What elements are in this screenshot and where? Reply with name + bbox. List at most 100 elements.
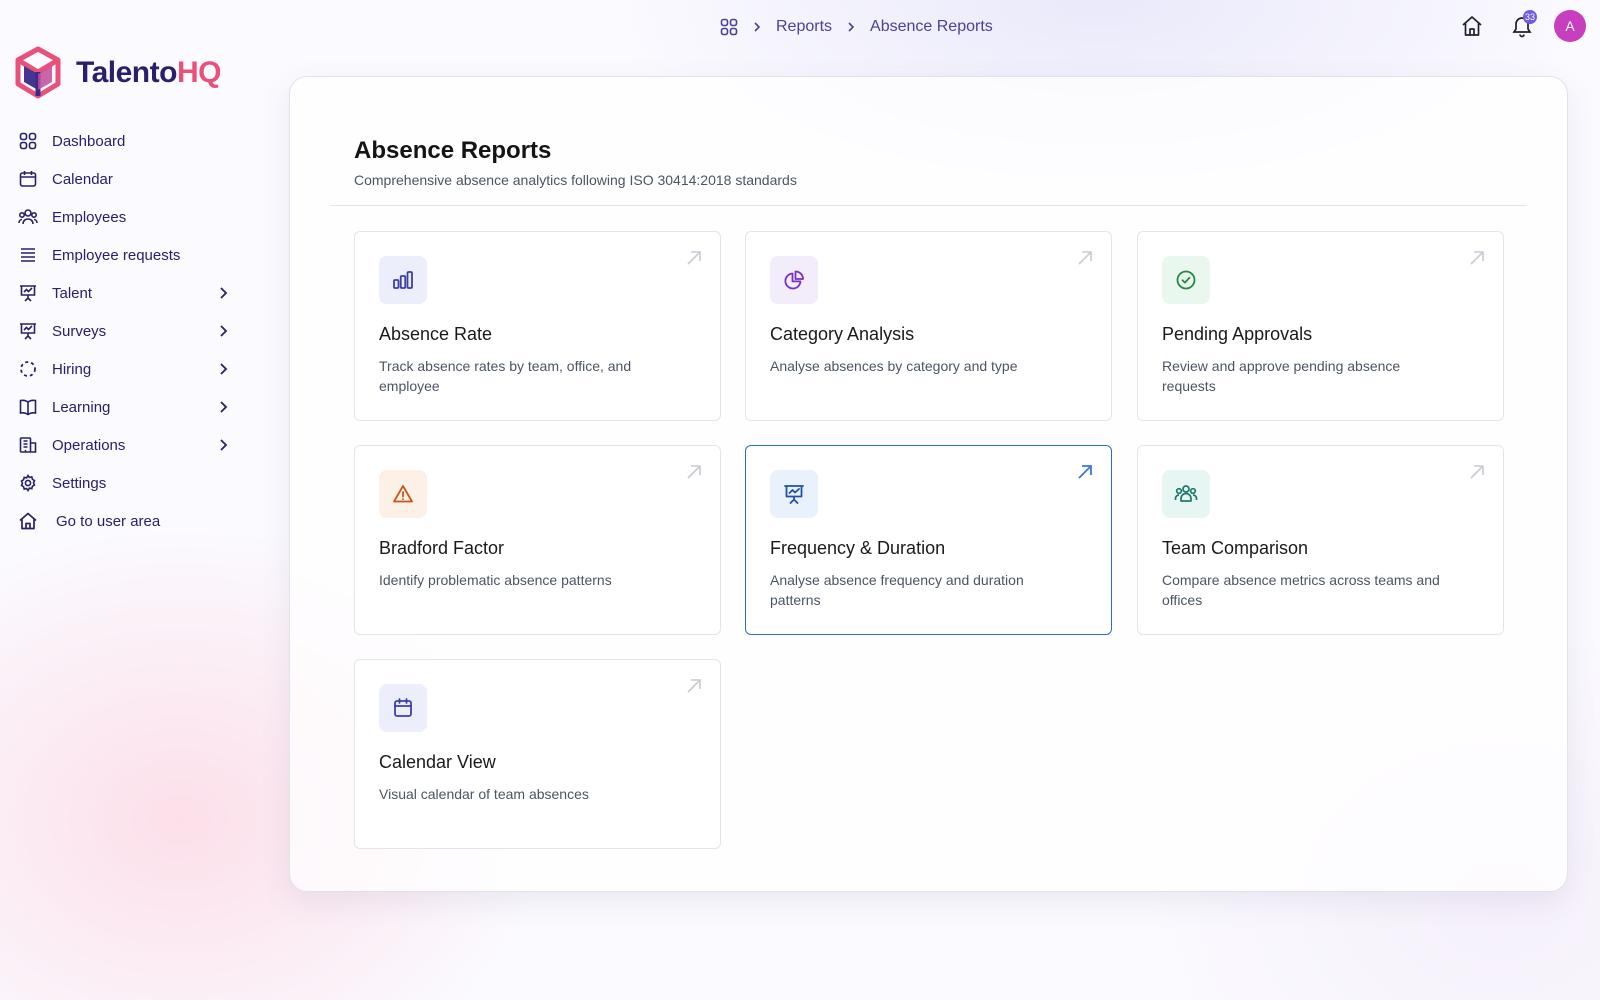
sidebar-item-label: Dashboard	[52, 132, 126, 150]
check-circle-icon	[1176, 270, 1196, 290]
sidebar-item-label: Employees	[52, 208, 127, 226]
sidebar-item-label: Go to user area	[56, 512, 161, 530]
card-description: Visual calendar of team absences	[379, 786, 589, 802]
breadcrumb-current: Absence Reports	[870, 18, 993, 35]
main-panel: Absence Reports Comprehensive absence an…	[289, 76, 1568, 892]
sidebar-item-employees[interactable]: Employees	[14, 200, 244, 234]
page-subtitle: Comprehensive absence analytics followin…	[354, 172, 797, 188]
sidebar-item-label: Operations	[52, 436, 126, 454]
calendar-icon	[394, 698, 412, 717]
card-title: Absence Rate	[379, 324, 493, 344]
chevron-right-icon	[750, 20, 764, 34]
bar-chart-icon	[393, 271, 413, 289]
card-description: Compare absence metrics across teams and…	[1162, 572, 1440, 608]
arrow-up-right-icon	[687, 679, 701, 693]
warning-triangle-icon	[393, 485, 413, 503]
sidebar: TalentoHQ Dashboard Calendar Employees E…	[0, 0, 260, 1000]
card-title: Pending Approvals	[1162, 324, 1313, 344]
chevron-right-icon	[220, 287, 228, 299]
sidebar-item-settings[interactable]: Settings	[14, 466, 244, 500]
card-description: Review and approve pending absence reque…	[1162, 358, 1401, 394]
sidebar-item-label: Learning	[52, 398, 111, 416]
sidebar-item-label: Calendar	[52, 170, 113, 188]
card-icon-tile	[770, 256, 818, 304]
page-title: Absence Reports	[354, 137, 552, 164]
sidebar-item-go-to-user-area[interactable]: Go to user area	[14, 504, 244, 538]
sidebar-item-label: Hiring	[52, 360, 92, 378]
presentation-chart-icon	[18, 283, 38, 303]
presentation-chart-icon	[18, 321, 38, 341]
card-icon-tile	[1162, 470, 1210, 518]
chevron-right-icon	[220, 401, 228, 413]
sidebar-item-hiring[interactable]: Hiring	[14, 352, 244, 386]
book-icon	[18, 397, 38, 417]
report-card-team-comparison[interactable]: Team Comparison Compare absence metrics …	[1137, 445, 1504, 635]
top-actions: 33 A	[1440, 8, 1586, 44]
chevron-right-icon	[220, 439, 228, 451]
divider	[330, 205, 1527, 206]
card-icon-tile	[379, 470, 427, 518]
card-description: Identify problematic absence patterns	[379, 572, 612, 588]
sidebar-item-surveys[interactable]: Surveys	[14, 314, 244, 348]
arrow-up-right-icon	[1078, 465, 1092, 479]
sidebar-item-learning[interactable]: Learning	[14, 390, 244, 424]
home-icon	[18, 511, 38, 531]
building-icon	[18, 435, 38, 455]
arrow-up-right-icon	[1078, 251, 1092, 265]
card-icon-tile	[1162, 256, 1210, 304]
card-icon-tile	[770, 470, 818, 518]
report-card-category-analysis[interactable]: Category Analysis Analyse absences by ca…	[745, 231, 1112, 421]
card-icon-tile	[379, 684, 427, 732]
arrow-up-right-icon	[1470, 251, 1484, 265]
arrow-up-right-icon	[687, 465, 701, 479]
sidebar-item-label: Surveys	[52, 322, 107, 340]
sidebar-item-label: Talent	[52, 284, 93, 302]
calendar-icon	[18, 169, 38, 189]
dashboard-grid-icon	[18, 131, 38, 151]
report-card-bradford-factor[interactable]: Bradford Factor Identify problematic abs…	[354, 445, 721, 635]
card-description: Track absence rates by team, office, and…	[379, 358, 632, 394]
chevron-right-icon	[220, 325, 228, 337]
dashed-circle-icon	[18, 359, 38, 379]
home-icon	[1462, 16, 1482, 36]
pie-chart-icon	[784, 270, 804, 290]
team-icon	[1174, 485, 1198, 502]
card-description: Analyse absences by category and type	[770, 358, 1018, 374]
notifications-button[interactable]: 33	[1504, 8, 1540, 44]
brand-logo[interactable]: TalentoHQ	[14, 46, 221, 100]
sidebar-item-label: Settings	[52, 474, 107, 492]
card-icon-tile	[379, 256, 427, 304]
home-button[interactable]	[1454, 8, 1490, 44]
card-description: Analyse absence frequency and duration p…	[770, 572, 1024, 608]
user-avatar[interactable]: A	[1554, 10, 1586, 42]
brand-name: TalentoHQ	[76, 56, 221, 89]
sidebar-item-label: Employee requests	[52, 246, 181, 264]
report-card-absence-rate[interactable]: Absence Rate Track absence rates by team…	[354, 231, 721, 421]
card-title: Team Comparison	[1162, 538, 1309, 558]
breadcrumb-reports[interactable]: Reports	[776, 18, 832, 36]
notification-count-badge: 33	[1522, 10, 1537, 24]
sidebar-item-dashboard[interactable]: Dashboard	[14, 124, 244, 158]
breadcrumb: Reports Absence Reports	[720, 16, 993, 38]
chevron-right-icon	[220, 363, 228, 375]
chevron-right-icon	[844, 20, 858, 34]
card-title: Category Analysis	[770, 324, 915, 344]
card-title: Bradford Factor	[379, 538, 505, 558]
report-card-frequency-duration[interactable]: Frequency & Duration Analyse absence fre…	[745, 445, 1112, 635]
card-title: Frequency & Duration	[770, 538, 946, 558]
arrow-up-right-icon	[1470, 465, 1484, 479]
dashboard-grid-icon[interactable]	[720, 18, 738, 36]
sidebar-item-operations[interactable]: Operations	[14, 428, 244, 462]
cube-logo-icon	[15, 46, 61, 99]
presentation-chart-icon	[784, 485, 804, 504]
sidebar-nav: Dashboard Calendar Employees Employee re…	[14, 124, 244, 542]
card-title: Calendar View	[379, 752, 496, 772]
report-card-calendar-view[interactable]: Calendar View Visual calendar of team ab…	[354, 659, 721, 849]
sidebar-item-employee-requests[interactable]: Employee requests	[14, 238, 244, 272]
users-icon	[18, 207, 38, 227]
sidebar-item-calendar[interactable]: Calendar	[14, 162, 244, 196]
arrow-up-right-icon	[687, 251, 701, 265]
report-card-pending-approvals[interactable]: Pending Approvals Review and approve pen…	[1137, 231, 1504, 421]
list-icon	[18, 245, 38, 265]
sidebar-item-talent[interactable]: Talent	[14, 276, 244, 310]
